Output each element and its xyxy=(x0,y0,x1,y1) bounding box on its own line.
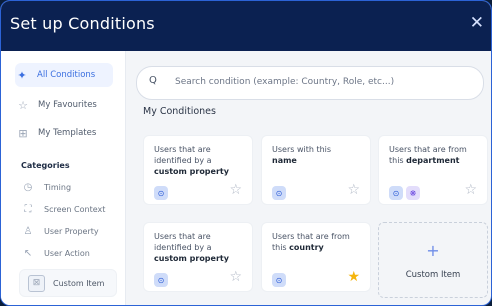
sidebar-item-my-favourites[interactable]: ☆ My Favourites xyxy=(16,93,120,117)
custom-item-card[interactable]: + Custom Item xyxy=(378,222,488,298)
category-user-property[interactable]: ♙ User Property xyxy=(21,221,99,241)
property-badge-icon: ⊙ xyxy=(389,186,403,200)
search-icon: Q xyxy=(149,75,157,86)
condition-card-department[interactable]: Users that are from this department ⊙ ❋ … xyxy=(378,135,488,205)
clock-icon: ◷ xyxy=(23,181,33,193)
sparkle-icon: ✦ xyxy=(17,68,27,82)
star-outline-icon: ☆ xyxy=(18,98,28,112)
condition-card-custom-property[interactable]: Users that are identified by a custom pr… xyxy=(143,135,253,205)
star-filled-icon[interactable]: ★ xyxy=(347,270,360,284)
plus-icon: + xyxy=(426,241,440,260)
section-title: My Conditiones xyxy=(143,106,216,117)
custom-item-card-label: Custom Item xyxy=(405,270,461,280)
custom-item-icon: ⊠ xyxy=(28,274,45,292)
category-timing[interactable]: ◷ Timing xyxy=(21,177,71,197)
condition-card-custom-property[interactable]: Users that are identified by a custom pr… xyxy=(143,222,253,292)
star-outline-icon[interactable]: ☆ xyxy=(229,183,242,197)
property-badge-icon: ⊙ xyxy=(154,186,168,200)
card-text: Users that are from this department xyxy=(389,145,467,165)
user-icon: ♙ xyxy=(23,225,33,237)
category-screen-context[interactable]: ⛶ Screen Context xyxy=(21,199,106,219)
custom-item-label: Custom Item xyxy=(53,278,105,288)
property-badge-icon: ⊙ xyxy=(272,186,286,200)
card-text: Users that are identified by a custom pr… xyxy=(154,232,229,263)
search-input[interactable]: Q Search condition (example: Country, Ro… xyxy=(136,66,484,100)
property-badge-icon: ⊙ xyxy=(154,273,168,287)
star-outline-icon[interactable]: ☆ xyxy=(347,183,360,197)
category-user-action[interactable]: ↖ User Action xyxy=(21,243,90,263)
action-badge-icon: ❋ xyxy=(406,186,420,200)
modal-header: Set up Conditions ✕ xyxy=(1,1,491,51)
screen-context-icon: ⛶ xyxy=(24,203,32,215)
card-text: Users that are from this country xyxy=(272,232,350,252)
property-badge-icon: ⊙ xyxy=(272,273,286,287)
category-label: User Action xyxy=(44,248,90,258)
category-label: Timing xyxy=(44,182,72,192)
grid-icon: ⊞ xyxy=(18,126,28,140)
main-content: Q Search condition (example: Country, Ro… xyxy=(125,51,491,305)
condition-card-country[interactable]: Users that are from this country ⊙ ★ xyxy=(261,222,371,292)
card-text: Users that are identified by a custom pr… xyxy=(154,145,229,176)
sidebar: ✦ All Conditions ☆ My Favourites ⊞ My Te… xyxy=(1,51,126,305)
close-icon[interactable]: ✕ xyxy=(470,15,484,32)
star-outline-icon[interactable]: ☆ xyxy=(229,270,242,284)
sidebar-item-my-templates[interactable]: ⊞ My Templates xyxy=(16,121,120,145)
sidebar-item-all-conditions[interactable]: ✦ All Conditions xyxy=(15,63,113,87)
category-label: User Property xyxy=(44,226,99,236)
set-up-conditions-modal: Set up Conditions ✕ ✦ All Conditions ☆ M… xyxy=(0,0,492,306)
categories-title: Categories xyxy=(21,161,70,170)
modal-title: Set up Conditions xyxy=(10,14,155,33)
sidebar-item-label: My Favourites xyxy=(38,100,97,110)
sidebar-item-label: My Templates xyxy=(38,128,97,138)
sidebar-item-label: All Conditions xyxy=(37,70,96,80)
condition-card-name[interactable]: Users with this name ⊙ ☆ xyxy=(261,135,371,205)
star-outline-icon[interactable]: ☆ xyxy=(464,183,477,197)
custom-item-button[interactable]: ⊠ Custom Item xyxy=(19,269,117,297)
card-text: Users with this name xyxy=(272,145,332,165)
cursor-icon: ↖ xyxy=(23,247,33,259)
search-placeholder: Search condition (example: Country, Role… xyxy=(175,77,395,87)
category-label: Screen Context xyxy=(44,204,106,214)
